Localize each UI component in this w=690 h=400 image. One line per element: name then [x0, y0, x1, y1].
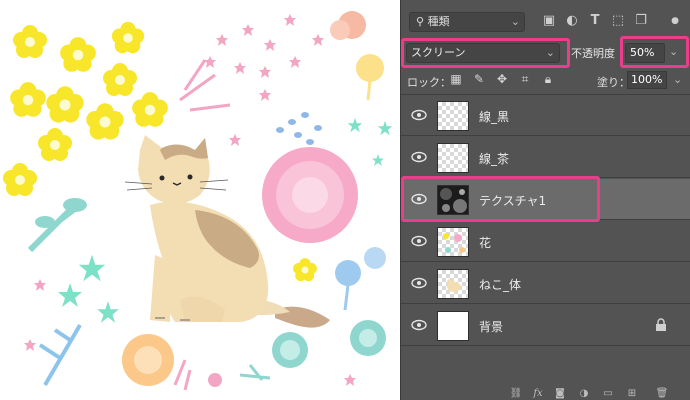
eye-icon[interactable]: [411, 108, 427, 122]
opacity-highlight: [620, 36, 689, 68]
blue-flowers: [335, 247, 386, 311]
opacity-label: 不透明度: [571, 47, 615, 60]
fx-icon[interactable]: fx: [531, 388, 545, 400]
layer-row[interactable]: 線_茶: [401, 137, 690, 178]
layer-name: 花: [479, 236, 492, 250]
blend-mode-highlight: [401, 38, 570, 68]
layer-thumbnail: [437, 227, 469, 257]
layer-name: 線_黒: [479, 110, 510, 124]
artwork-canvas: [0, 0, 400, 400]
layer-name: 背景: [479, 320, 504, 334]
mint-round-flowers: [239, 320, 386, 381]
lock-icon: [656, 318, 666, 331]
lock-image-pixels-icon[interactable]: ✎: [472, 72, 486, 86]
filter-toggle-icon[interactable]: ●: [667, 13, 683, 29]
adjustment-layer-icon[interactable]: ◑: [577, 388, 591, 400]
illustration: [3, 11, 393, 391]
eye-icon[interactable]: [411, 234, 427, 248]
chevron-down-icon: ⌄: [510, 15, 520, 28]
eye-icon[interactable]: [411, 150, 427, 164]
smart-object-icon[interactable]: ❐: [633, 13, 649, 29]
lock-all-icon[interactable]: 🔒︎: [541, 72, 555, 86]
selected-layer-highlight: [401, 176, 600, 222]
layer-row[interactable]: 花: [401, 221, 690, 262]
layer-filter-label: 種類: [427, 15, 450, 28]
layer-thumbnail: [437, 101, 469, 131]
layer-name: ねこ_体: [479, 278, 522, 292]
fill-label: 塗り：: [597, 76, 630, 89]
layers-panel: ⚲ 種類 ⌄ ▣ ◐ T ⬚ ❐ ● スクリーン ⌄ 不透明度 50% ⌄ ロッ…: [400, 0, 690, 400]
blue-dots: [276, 112, 322, 145]
layer-row[interactable]: ねこ_体: [401, 263, 690, 304]
eye-icon[interactable]: [411, 276, 427, 290]
mask-icon[interactable]: ◙: [553, 388, 567, 400]
layer-thumbnail: [437, 143, 469, 173]
fill-input[interactable]: 100%: [627, 71, 667, 89]
big-pink-flower: [262, 147, 358, 243]
lock-transparent-pixels-icon[interactable]: ▦: [449, 72, 463, 86]
group-folder-icon[interactable]: ▭: [601, 388, 615, 400]
lock-artboard-icon[interactable]: ⌗: [518, 72, 532, 86]
lock-position-icon[interactable]: ✥: [495, 72, 509, 86]
layers-footer-toolbar: ⛓ fx ◙ ◑ ▭ ⊞ 🗑︎: [401, 386, 690, 400]
search-icon: ⚲: [416, 15, 428, 28]
chevron-down-icon[interactable]: ⌄: [673, 73, 682, 86]
shape-icon[interactable]: ⬚: [610, 13, 626, 29]
layer-row[interactable]: 線_黒: [401, 95, 690, 136]
layer-row[interactable]: 背景: [401, 305, 690, 346]
adjustment-icon[interactable]: ◐: [564, 13, 580, 29]
peach-flowers: [330, 11, 384, 101]
layer-thumbnail: [437, 311, 469, 341]
lock-label: ロック：: [407, 76, 451, 89]
layer-name: 線_茶: [479, 152, 510, 166]
layer-thumbnail: [437, 269, 469, 299]
orange-flower: [122, 334, 222, 391]
layer-filter-select[interactable]: ⚲ 種類 ⌄: [409, 12, 525, 32]
type-icon[interactable]: T: [587, 13, 603, 29]
trash-icon[interactable]: 🗑︎: [655, 388, 669, 400]
eye-icon[interactable]: [411, 318, 427, 332]
image-icon[interactable]: ▣: [541, 13, 557, 29]
new-layer-icon[interactable]: ⊞: [625, 388, 639, 400]
link-icon[interactable]: ⛓: [509, 388, 523, 400]
